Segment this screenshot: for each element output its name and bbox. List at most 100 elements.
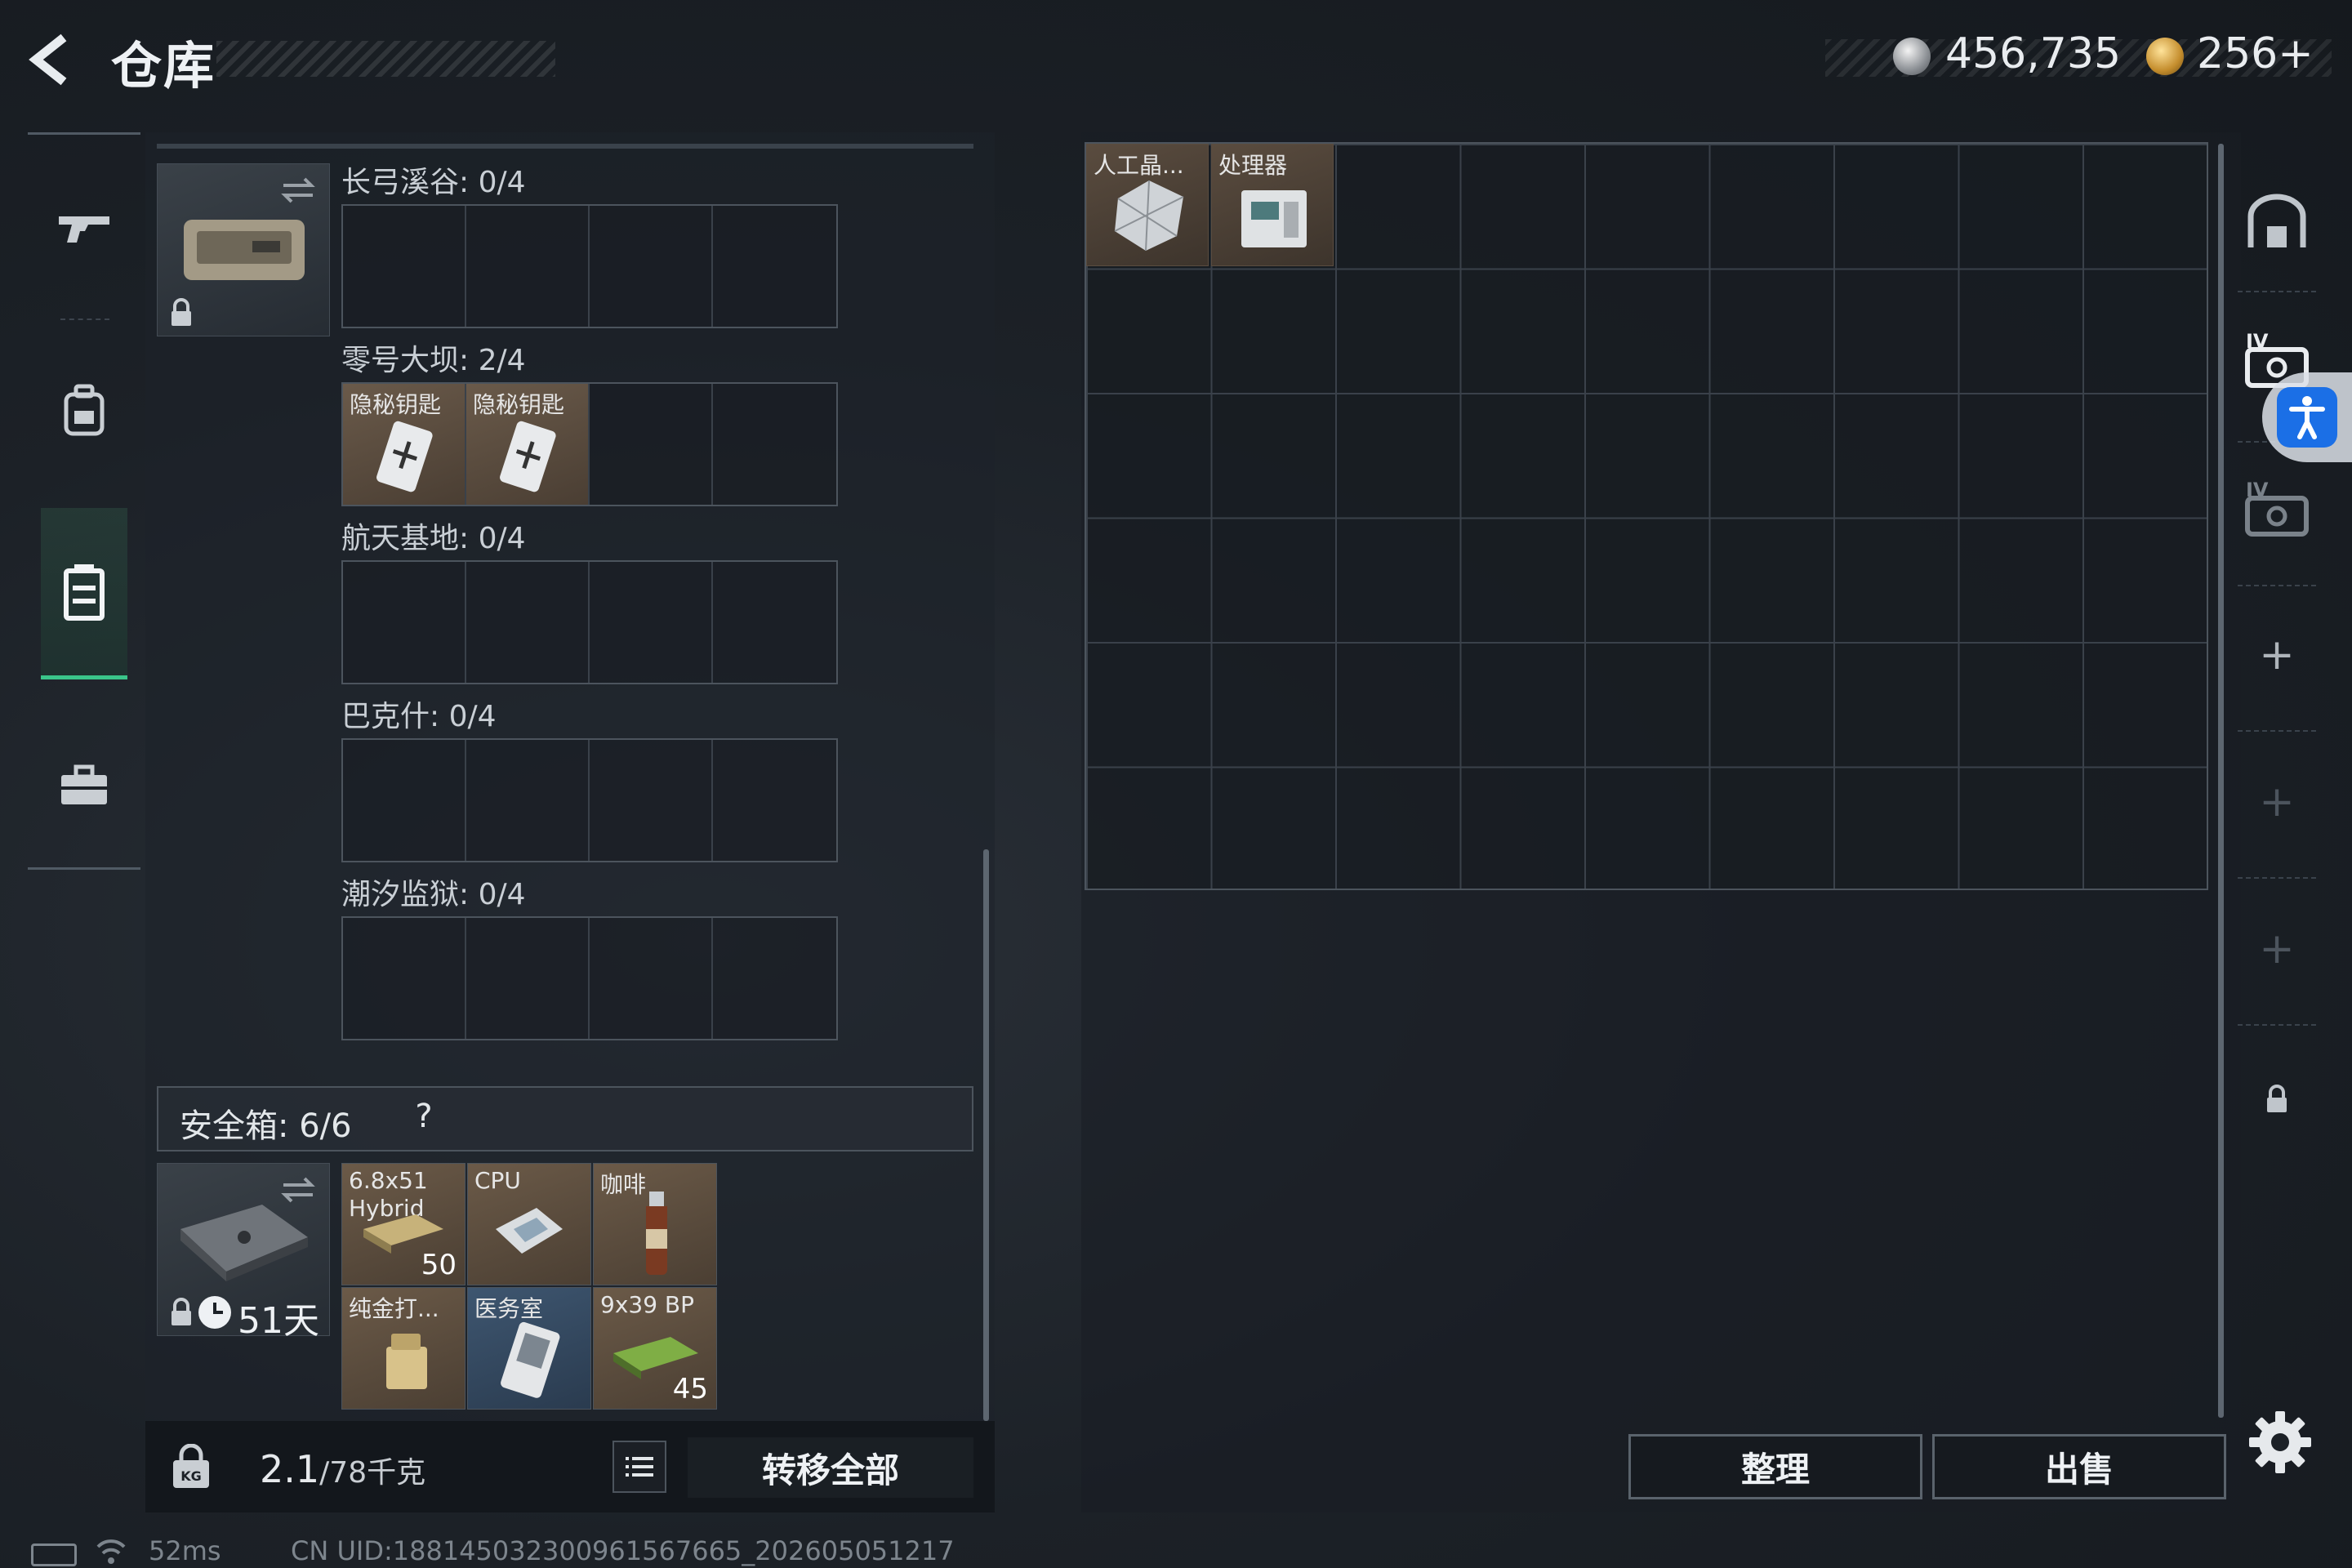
grid-slot[interactable]: [466, 562, 590, 683]
clock-icon: [198, 1296, 231, 1329]
key-case-slot[interactable]: [157, 163, 330, 336]
locked-slot: [2236, 1058, 2318, 1140]
toolbox-icon: [61, 764, 107, 804]
gold-coin-icon: [2146, 38, 2184, 75]
item-slot[interactable]: 咖啡: [593, 1163, 717, 1285]
item-slot[interactable]: 9x39 BP 45: [593, 1287, 717, 1410]
warehouse-tab-main[interactable]: [2236, 181, 2318, 263]
grid-slot[interactable]: [343, 740, 466, 861]
grid-slot[interactable]: [466, 740, 590, 861]
grid-slot[interactable]: [590, 206, 713, 327]
nav-item-backpack[interactable]: [41, 328, 127, 492]
processor-icon: [1241, 190, 1307, 247]
nav-item-chest-rig[interactable]: [41, 508, 127, 679]
item-slot[interactable]: 医务室: [467, 1287, 591, 1410]
safe-box-timer: 51天: [238, 1300, 319, 1342]
safe-box-grid: 6.8x51 Hybrid 50 CPU 咖啡 纯金打... 医务室 9x39 …: [341, 1163, 717, 1411]
add-warehouse-button[interactable]: +: [2236, 761, 2318, 843]
keycard-icon: [501, 1321, 560, 1398]
weight-capacity: /78千克: [319, 1456, 426, 1490]
item-slot[interactable]: 隐秘钥匙: [466, 384, 590, 505]
sort-button[interactable]: 整理: [1628, 1434, 1922, 1499]
grid-slot[interactable]: [466, 918, 590, 1039]
key-case-image: [184, 220, 305, 280]
keycard-icon: [500, 421, 556, 492]
transfer-all-button[interactable]: 转移全部: [688, 1437, 973, 1498]
item-count: 50: [421, 1249, 457, 1281]
grid-slot[interactable]: [713, 740, 836, 861]
section-label: 航天基地: 0/4: [341, 522, 526, 555]
title-decoration: [216, 41, 555, 77]
nav-top-border: [28, 132, 140, 135]
chest-rig-icon: [64, 564, 105, 621]
sell-button[interactable]: 出售: [1932, 1434, 2226, 1499]
gold-balance[interactable]: 256+: [2197, 29, 2314, 78]
item-label: 隐秘钥匙: [473, 391, 565, 418]
help-button[interactable]: ?: [403, 1098, 444, 1138]
settings-button[interactable]: [2244, 1406, 2316, 1478]
list-icon: [626, 1457, 653, 1477]
ping-text: 52ms: [149, 1535, 221, 1566]
coffee-bottle-icon: [646, 1192, 667, 1275]
accessibility-button[interactable]: [2262, 372, 2352, 462]
lock-icon: [172, 1298, 191, 1325]
item-label: 处理器: [1218, 152, 1288, 179]
item-slot[interactable]: 隐秘钥匙: [343, 384, 466, 505]
back-arrow-icon: [29, 33, 67, 86]
item-slot[interactable]: 纯金打...: [341, 1287, 466, 1410]
svg-text:IV: IV: [2246, 330, 2269, 353]
grid-slot[interactable]: [343, 206, 466, 327]
item-label: 9x39 BP: [600, 1291, 695, 1318]
back-button[interactable]: [24, 31, 82, 88]
grid-slot[interactable]: [713, 562, 836, 683]
stash-item[interactable]: 处理器: [1211, 144, 1334, 266]
section-label: 巴克什: 0/4: [341, 700, 497, 733]
gear-icon: [2249, 1411, 2311, 1473]
nav-item-toolbox[interactable]: [41, 704, 127, 867]
expansion-case-icon: IV: [2245, 479, 2309, 537]
item-slot[interactable]: CPU: [467, 1163, 591, 1285]
item-count: 45: [672, 1373, 708, 1405]
svg-text:KG: KG: [180, 1468, 202, 1484]
grid-slot[interactable]: [713, 384, 836, 505]
grid-slot[interactable]: [343, 562, 466, 683]
list-view-button[interactable]: [612, 1441, 666, 1493]
keycard-icon: [376, 421, 433, 492]
gun-icon: [59, 216, 109, 243]
warehouse-scrollbar[interactable]: [2218, 144, 2224, 1418]
section-label: 零号大坝: 2/4: [341, 344, 526, 377]
swap-icon: [281, 177, 315, 203]
swap-icon: [281, 1177, 315, 1203]
gold-lighter-icon: [386, 1334, 427, 1389]
nav-item-weapons[interactable]: [41, 149, 127, 312]
plus-icon: +: [2259, 630, 2295, 679]
inventory-scrollbar[interactable]: [983, 849, 989, 1421]
grid-slot[interactable]: [590, 384, 713, 505]
plus-icon: +: [2259, 924, 2295, 973]
accessibility-icon: [2289, 396, 2325, 439]
add-warehouse-button[interactable]: +: [2236, 908, 2318, 990]
warehouse-icon: [2247, 194, 2306, 247]
silver-coin-icon: [1893, 38, 1931, 75]
grid-slot[interactable]: [590, 918, 713, 1039]
grid-slot[interactable]: [713, 918, 836, 1039]
lock-icon: [2267, 1085, 2287, 1112]
stash-item[interactable]: 人工晶...: [1086, 144, 1209, 266]
grid-slot[interactable]: [590, 562, 713, 683]
grid-slot[interactable]: [713, 206, 836, 327]
grid-slot[interactable]: [590, 740, 713, 861]
warehouse-tab-expansion-2[interactable]: IV: [2236, 469, 2318, 550]
inventory-footer: KG 2.1/78千克 转移全部: [145, 1421, 995, 1512]
safe-box-slot[interactable]: 51天: [157, 1163, 330, 1342]
item-label: 隐秘钥匙: [350, 391, 442, 418]
backpack-icon: [64, 384, 105, 436]
item-slot[interactable]: 6.8x51 Hybrid 50: [341, 1163, 466, 1285]
weight-lock-icon: KG: [173, 1444, 209, 1488]
key-grid-changgong: [341, 204, 838, 328]
grid-slot[interactable]: [466, 206, 590, 327]
grid-slot[interactable]: [343, 918, 466, 1039]
safe-box-label: 安全箱: 6/6: [180, 1107, 352, 1145]
safe-box-header: 安全箱: 6/6 ?: [157, 1086, 973, 1152]
page-title: 仓库: [111, 36, 216, 96]
add-warehouse-button[interactable]: +: [2236, 614, 2318, 696]
